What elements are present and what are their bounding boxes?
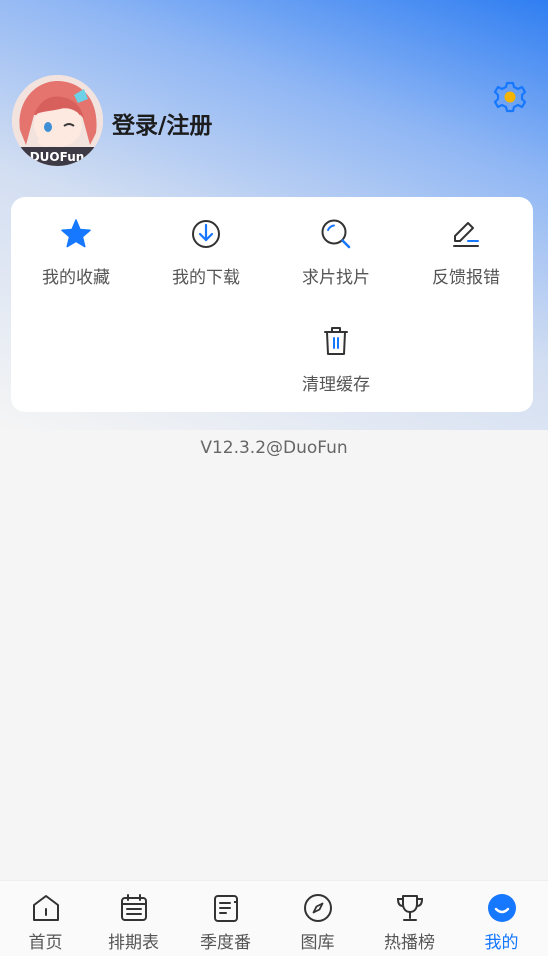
tab-season[interactable]: 季度番 — [180, 881, 271, 956]
tab-season-label: 季度番 — [200, 933, 251, 953]
calendar-icon — [120, 894, 147, 921]
tab-mine[interactable]: 我的 — [456, 881, 547, 956]
tab-home-label: 首页 — [28, 933, 63, 953]
settings-button[interactable] — [492, 79, 528, 115]
compass-icon — [303, 894, 332, 922]
login-register-link[interactable]: 登录/注册 — [112, 106, 212, 140]
trophy-icon — [396, 895, 423, 921]
search-icon — [321, 219, 351, 249]
home-icon — [32, 895, 59, 921]
tab-schedule[interactable]: 排期表 — [88, 881, 179, 956]
my-favorites-button[interactable]: 我的收藏 — [11, 197, 141, 288]
tab-trending-label: 热播榜 — [384, 933, 435, 953]
edit-icon — [453, 222, 479, 247]
tab-trending[interactable]: 热播榜 — [364, 881, 455, 956]
tab-gallery-label: 图库 — [300, 933, 335, 953]
bottom-tab-bar: 首页 排期表 季度番 图库 热播榜 我的 — [0, 880, 548, 956]
tab-schedule-label: 排期表 — [108, 933, 159, 953]
profile-icon — [487, 894, 516, 922]
news-icon — [213, 895, 238, 922]
version-text: V12.3.2@DuoFun — [200, 438, 348, 458]
avatar[interactable]: DUOFun — [12, 75, 103, 166]
gear-icon — [493, 81, 527, 113]
request-video-button[interactable]: 求片找片 — [271, 197, 401, 288]
avatar-watermark: DUOFun — [30, 150, 85, 164]
trash-icon — [324, 327, 348, 355]
feedback-label: 反馈报错 — [432, 268, 500, 288]
feature-card: 我的收藏 我的下载 求片找片 反馈报错 清理缓存 — [11, 197, 533, 412]
star-icon — [61, 219, 91, 248]
download-icon — [192, 220, 220, 248]
tab-mine-label: 我的 — [484, 933, 519, 953]
my-downloads-label: 我的下载 — [172, 268, 240, 288]
my-favorites-label: 我的收藏 — [42, 268, 110, 288]
my-downloads-button[interactable]: 我的下载 — [141, 197, 271, 288]
tab-gallery[interactable]: 图库 — [272, 881, 363, 956]
clear-cache-button[interactable]: 清理缓存 — [271, 304, 401, 395]
feedback-button[interactable]: 反馈报错 — [401, 197, 531, 288]
tab-home[interactable]: 首页 — [0, 881, 91, 956]
clear-cache-label: 清理缓存 — [302, 375, 370, 395]
request-video-label: 求片找片 — [302, 268, 370, 288]
